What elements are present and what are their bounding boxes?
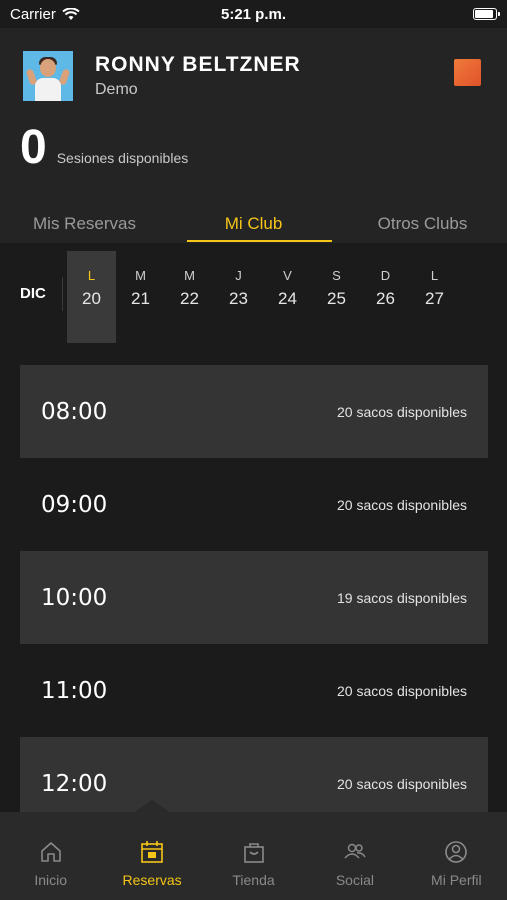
day-item[interactable]: V 24 (263, 251, 312, 343)
day-number: 22 (180, 289, 199, 308)
slot-availability: 19 sacos disponibles (337, 589, 467, 606)
wifi-icon (62, 7, 80, 20)
day-item[interactable]: M 22 (165, 251, 214, 343)
slot-availability: 20 sacos disponibles (337, 496, 467, 513)
profile-text: RONNY BELTZNER Demo (95, 53, 301, 99)
sessions-summary: 0 Sesiones disponibles (20, 120, 188, 175)
user-circle-icon (445, 841, 468, 863)
time-slot[interactable]: 11:00 20 sacos disponibles (20, 644, 488, 737)
home-icon (40, 842, 61, 862)
carrier-label: Carrier (10, 5, 56, 23)
user-club: Demo (95, 81, 138, 98)
status-left: Carrier (10, 6, 80, 23)
status-bar: Carrier 5:21 p.m. (0, 0, 507, 28)
day-number: 26 (376, 289, 395, 308)
day-number: 27 (425, 289, 444, 308)
day-item-selected[interactable]: L 20 (67, 251, 116, 343)
nav-item-reservas[interactable]: Reservas (101, 812, 202, 900)
nav-label: Inicio (34, 872, 68, 888)
day-item[interactable]: S 25 (312, 251, 361, 343)
bottom-nav: Inicio Reservas Tienda Social Mi Perfil (0, 800, 507, 900)
day-number: 21 (131, 289, 150, 308)
shopping-bag-icon (243, 843, 264, 863)
month-divider (62, 277, 63, 311)
day-number: 23 (229, 289, 248, 308)
slot-availability: 20 sacos disponibles (337, 775, 467, 792)
time-slot[interactable]: 08:00 20 sacos disponibles (20, 365, 488, 458)
time-slot[interactable]: 10:00 19 sacos disponibles (20, 551, 488, 644)
slot-time: 10:00 (41, 584, 108, 611)
day-item[interactable]: J 23 (214, 251, 263, 343)
day-letter: J (235, 268, 242, 283)
day-letter: M (135, 268, 146, 283)
battery-icon (473, 8, 500, 20)
day-letter: L (87, 268, 96, 283)
time-slot[interactable]: 09:00 20 sacos disponibles (20, 458, 488, 551)
user-name: RONNY BELTZNER (95, 53, 301, 76)
day-letter: S (332, 268, 341, 283)
day-number: 20 (82, 289, 101, 308)
nav-item-inicio[interactable]: Inicio (0, 812, 101, 900)
slot-time: 09:00 (41, 491, 108, 518)
day-number: 25 (327, 289, 346, 308)
slot-time: 11:00 (41, 677, 108, 704)
sessions-label: Sesiones disponibles (56, 150, 189, 166)
club-tabs: Mis Reservas Mi Club Otros Clubs (0, 211, 507, 243)
day-item[interactable]: M 21 (116, 251, 165, 343)
menu-button[interactable] (454, 59, 481, 86)
nav-label: Mi Perfil (431, 872, 482, 888)
avatar[interactable] (23, 51, 73, 101)
slot-time: 12:00 (41, 770, 108, 797)
day-number: 24 (278, 289, 297, 308)
tab-mis-reservas[interactable]: Mis Reservas (0, 211, 169, 243)
calendar-icon (141, 841, 163, 863)
slot-availability: 20 sacos disponibles (337, 403, 467, 420)
nav-label: Tienda (232, 872, 275, 888)
profile-header: RONNY BELTZNER Demo 0 Sesiones disponibl… (0, 28, 507, 243)
day-letter: M (184, 268, 195, 283)
slot-time: 08:00 (41, 398, 108, 425)
people-icon (344, 843, 366, 859)
nav-active-notch (134, 800, 170, 812)
day-letter: L (430, 268, 439, 283)
nav-item-tienda[interactable]: Tienda (203, 812, 304, 900)
day-letter: D (380, 268, 391, 283)
sessions-count: 0 (20, 121, 47, 174)
profile-row: RONNY BELTZNER Demo (23, 51, 301, 101)
nav-label: Reservas (122, 872, 182, 888)
nav-item-social[interactable]: Social (304, 812, 405, 900)
day-item[interactable]: L 27 (410, 251, 459, 343)
nav-label: Social (335, 872, 374, 888)
slot-availability: 20 sacos disponibles (337, 682, 467, 699)
tab-otros-clubs[interactable]: Otros Clubs (338, 211, 507, 243)
tab-mi-club[interactable]: Mi Club (169, 211, 338, 243)
day-selector: DIC L 20 M 21 M 22 J 23 V 24 S 25 D 26 L… (0, 251, 507, 343)
day-letter: V (283, 268, 292, 283)
nav-item-mi-perfil[interactable]: Mi Perfil (406, 812, 507, 900)
month-label: DIC (20, 285, 46, 302)
day-item[interactable]: D 26 (361, 251, 410, 343)
